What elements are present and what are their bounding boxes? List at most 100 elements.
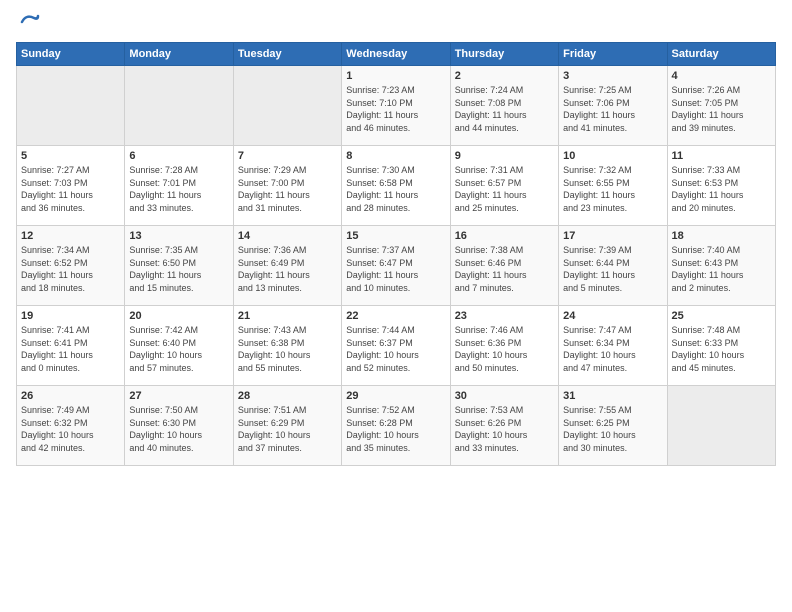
calendar-cell: 1 Sunrise: 7:23 AM Sunset: 7:10 PM Daylig… bbox=[342, 66, 450, 146]
calendar-cell: 24 Sunrise: 7:47 AM Sunset: 6:34 PM Dayli… bbox=[559, 306, 667, 386]
header-row: SundayMondayTuesdayWednesdayThursdayFrid… bbox=[17, 43, 776, 66]
header-day-wednesday: Wednesday bbox=[342, 43, 450, 66]
day-number: 1 bbox=[346, 70, 445, 82]
day-info: Sunrise: 7:34 AM Sunset: 6:52 PM Dayligh… bbox=[21, 244, 120, 294]
day-info: Sunrise: 7:42 AM Sunset: 6:40 PM Dayligh… bbox=[129, 324, 228, 374]
day-number: 25 bbox=[672, 310, 771, 322]
calendar-cell: 5 Sunrise: 7:27 AM Sunset: 7:03 PM Daylig… bbox=[17, 146, 125, 226]
calendar-cell bbox=[125, 66, 233, 146]
day-info: Sunrise: 7:24 AM Sunset: 7:08 PM Dayligh… bbox=[455, 84, 554, 134]
day-info: Sunrise: 7:49 AM Sunset: 6:32 PM Dayligh… bbox=[21, 404, 120, 454]
day-info: Sunrise: 7:33 AM Sunset: 6:53 PM Dayligh… bbox=[672, 164, 771, 214]
day-info: Sunrise: 7:41 AM Sunset: 6:41 PM Dayligh… bbox=[21, 324, 120, 374]
calendar-cell: 8 Sunrise: 7:30 AM Sunset: 6:58 PM Daylig… bbox=[342, 146, 450, 226]
day-number: 10 bbox=[563, 150, 662, 162]
calendar-cell: 16 Sunrise: 7:38 AM Sunset: 6:46 PM Dayli… bbox=[450, 226, 558, 306]
day-info: Sunrise: 7:55 AM Sunset: 6:25 PM Dayligh… bbox=[563, 404, 662, 454]
day-number: 4 bbox=[672, 70, 771, 82]
day-number: 28 bbox=[238, 390, 337, 402]
calendar-cell: 2 Sunrise: 7:24 AM Sunset: 7:08 PM Daylig… bbox=[450, 66, 558, 146]
day-info: Sunrise: 7:37 AM Sunset: 6:47 PM Dayligh… bbox=[346, 244, 445, 294]
day-info: Sunrise: 7:36 AM Sunset: 6:49 PM Dayligh… bbox=[238, 244, 337, 294]
header-day-sunday: Sunday bbox=[17, 43, 125, 66]
calendar-cell: 6 Sunrise: 7:28 AM Sunset: 7:01 PM Daylig… bbox=[125, 146, 233, 226]
day-info: Sunrise: 7:28 AM Sunset: 7:01 PM Dayligh… bbox=[129, 164, 228, 214]
day-info: Sunrise: 7:27 AM Sunset: 7:03 PM Dayligh… bbox=[21, 164, 120, 214]
header-day-tuesday: Tuesday bbox=[233, 43, 341, 66]
calendar-cell: 21 Sunrise: 7:43 AM Sunset: 6:38 PM Dayli… bbox=[233, 306, 341, 386]
day-info: Sunrise: 7:38 AM Sunset: 6:46 PM Dayligh… bbox=[455, 244, 554, 294]
day-number: 21 bbox=[238, 310, 337, 322]
day-info: Sunrise: 7:25 AM Sunset: 7:06 PM Dayligh… bbox=[563, 84, 662, 134]
day-number: 14 bbox=[238, 230, 337, 242]
calendar-cell: 11 Sunrise: 7:33 AM Sunset: 6:53 PM Dayli… bbox=[667, 146, 775, 226]
day-number: 3 bbox=[563, 70, 662, 82]
header-day-saturday: Saturday bbox=[667, 43, 775, 66]
week-row-1: 5 Sunrise: 7:27 AM Sunset: 7:03 PM Daylig… bbox=[17, 146, 776, 226]
day-number: 30 bbox=[455, 390, 554, 402]
day-info: Sunrise: 7:47 AM Sunset: 6:34 PM Dayligh… bbox=[563, 324, 662, 374]
week-row-4: 26Sunrise: 7:49 AM Sunset: 6:32 PM Dayli… bbox=[17, 386, 776, 466]
logo-icon bbox=[18, 10, 42, 34]
week-row-3: 19 Sunrise: 7:41 AM Sunset: 6:41 PM Dayli… bbox=[17, 306, 776, 386]
day-info: Sunrise: 7:48 AM Sunset: 6:33 PM Dayligh… bbox=[672, 324, 771, 374]
page-container: SundayMondayTuesdayWednesdayThursdayFrid… bbox=[0, 0, 792, 474]
week-row-0: 1 Sunrise: 7:23 AM Sunset: 7:10 PM Daylig… bbox=[17, 66, 776, 146]
day-info: Sunrise: 7:53 AM Sunset: 6:26 PM Dayligh… bbox=[455, 404, 554, 454]
calendar-cell: 27Sunrise: 7:50 AM Sunset: 6:30 PM Dayli… bbox=[125, 386, 233, 466]
day-number: 29 bbox=[346, 390, 445, 402]
day-info: Sunrise: 7:51 AM Sunset: 6:29 PM Dayligh… bbox=[238, 404, 337, 454]
calendar-cell: 10 Sunrise: 7:32 AM Sunset: 6:55 PM Dayli… bbox=[559, 146, 667, 226]
day-info: Sunrise: 7:30 AM Sunset: 6:58 PM Dayligh… bbox=[346, 164, 445, 214]
calendar-cell: 3 Sunrise: 7:25 AM Sunset: 7:06 PM Daylig… bbox=[559, 66, 667, 146]
day-number: 22 bbox=[346, 310, 445, 322]
day-number: 8 bbox=[346, 150, 445, 162]
day-number: 13 bbox=[129, 230, 228, 242]
day-number: 27 bbox=[129, 390, 228, 402]
calendar-cell: 13 Sunrise: 7:35 AM Sunset: 6:50 PM Dayli… bbox=[125, 226, 233, 306]
calendar-cell: 29 Sunrise: 7:52 AM Sunset: 6:28 PM Dayli… bbox=[342, 386, 450, 466]
calendar-cell: 28 Sunrise: 7:51 AM Sunset: 6:29 PM Dayli… bbox=[233, 386, 341, 466]
week-row-2: 12 Sunrise: 7:34 AM Sunset: 6:52 PM Dayli… bbox=[17, 226, 776, 306]
day-info: Sunrise: 7:26 AM Sunset: 7:05 PM Dayligh… bbox=[672, 84, 771, 134]
calendar-cell: 17 Sunrise: 7:39 AM Sunset: 6:44 PM Dayli… bbox=[559, 226, 667, 306]
calendar-header: SundayMondayTuesdayWednesdayThursdayFrid… bbox=[17, 43, 776, 66]
calendar-cell: 30 Sunrise: 7:53 AM Sunset: 6:26 PM Dayli… bbox=[450, 386, 558, 466]
day-number: 6 bbox=[129, 150, 228, 162]
calendar-cell: 18Sunrise: 7:40 AM Sunset: 6:43 PM Dayli… bbox=[667, 226, 775, 306]
day-info: Sunrise: 7:40 AM Sunset: 6:43 PM Dayligh… bbox=[672, 244, 771, 294]
day-number: 15 bbox=[346, 230, 445, 242]
day-number: 12 bbox=[21, 230, 120, 242]
day-info: Sunrise: 7:52 AM Sunset: 6:28 PM Dayligh… bbox=[346, 404, 445, 454]
day-info: Sunrise: 7:35 AM Sunset: 6:50 PM Dayligh… bbox=[129, 244, 228, 294]
calendar-cell: 7Sunrise: 7:29 AM Sunset: 7:00 PM Daylig… bbox=[233, 146, 341, 226]
day-info: Sunrise: 7:32 AM Sunset: 6:55 PM Dayligh… bbox=[563, 164, 662, 214]
day-info: Sunrise: 7:39 AM Sunset: 6:44 PM Dayligh… bbox=[563, 244, 662, 294]
calendar-cell: 19 Sunrise: 7:41 AM Sunset: 6:41 PM Dayli… bbox=[17, 306, 125, 386]
day-info: Sunrise: 7:23 AM Sunset: 7:10 PM Dayligh… bbox=[346, 84, 445, 134]
day-number: 11 bbox=[672, 150, 771, 162]
calendar-cell: 25 Sunrise: 7:48 AM Sunset: 6:33 PM Dayli… bbox=[667, 306, 775, 386]
day-number: 5 bbox=[21, 150, 120, 162]
day-number: 23 bbox=[455, 310, 554, 322]
calendar-cell: 31Sunrise: 7:55 AM Sunset: 6:25 PM Dayli… bbox=[559, 386, 667, 466]
day-number: 9 bbox=[455, 150, 554, 162]
day-number: 16 bbox=[455, 230, 554, 242]
day-info: Sunrise: 7:31 AM Sunset: 6:57 PM Dayligh… bbox=[455, 164, 554, 214]
header-day-thursday: Thursday bbox=[450, 43, 558, 66]
calendar-table: SundayMondayTuesdayWednesdayThursdayFrid… bbox=[16, 42, 776, 466]
calendar-cell: 23 Sunrise: 7:46 AM Sunset: 6:36 PM Dayli… bbox=[450, 306, 558, 386]
day-number: 17 bbox=[563, 230, 662, 242]
calendar-cell: 20Sunrise: 7:42 AM Sunset: 6:40 PM Dayli… bbox=[125, 306, 233, 386]
calendar-cell bbox=[667, 386, 775, 466]
calendar-cell: 22 Sunrise: 7:44 AM Sunset: 6:37 PM Dayli… bbox=[342, 306, 450, 386]
day-number: 2 bbox=[455, 70, 554, 82]
day-info: Sunrise: 7:46 AM Sunset: 6:36 PM Dayligh… bbox=[455, 324, 554, 374]
calendar-cell: 9 Sunrise: 7:31 AM Sunset: 6:57 PM Daylig… bbox=[450, 146, 558, 226]
day-info: Sunrise: 7:43 AM Sunset: 6:38 PM Dayligh… bbox=[238, 324, 337, 374]
day-number: 24 bbox=[563, 310, 662, 322]
calendar-cell: 14 Sunrise: 7:36 AM Sunset: 6:49 PM Dayli… bbox=[233, 226, 341, 306]
day-info: Sunrise: 7:44 AM Sunset: 6:37 PM Dayligh… bbox=[346, 324, 445, 374]
day-info: Sunrise: 7:29 AM Sunset: 7:00 PM Dayligh… bbox=[238, 164, 337, 214]
day-number: 19 bbox=[21, 310, 120, 322]
